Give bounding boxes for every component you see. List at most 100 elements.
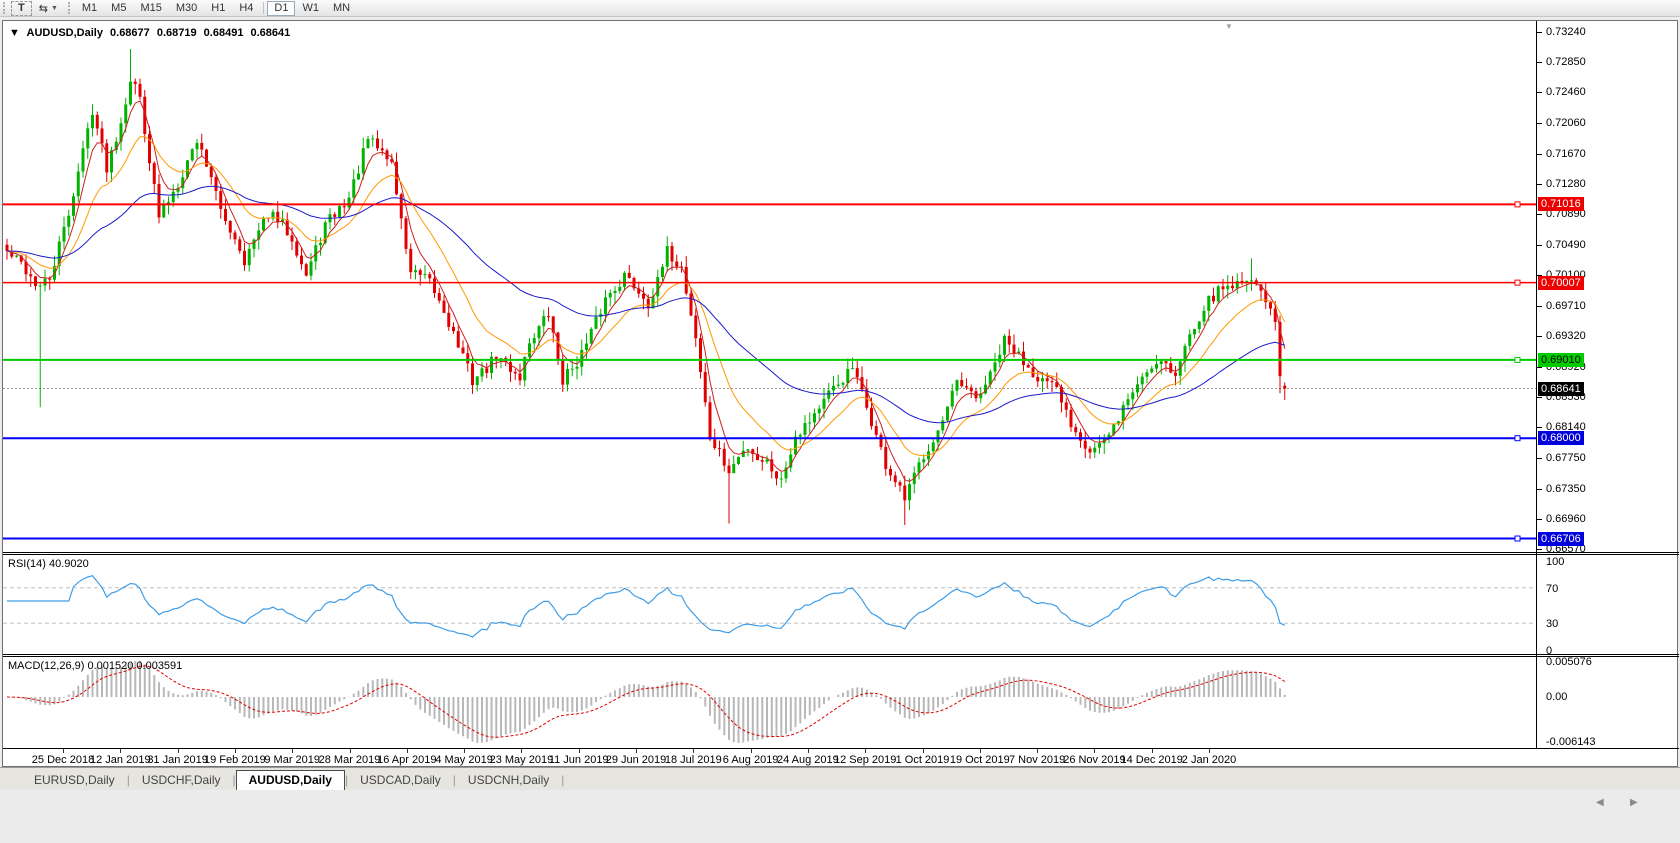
rsi-indicator-panel[interactable] xyxy=(3,555,1536,653)
level-line-handle[interactable] xyxy=(1514,279,1521,286)
candle-body xyxy=(642,293,645,299)
candle-body xyxy=(889,468,892,476)
timeframe-button-w1[interactable]: W1 xyxy=(295,1,326,16)
candle-body xyxy=(15,255,18,257)
candle-body xyxy=(808,422,812,424)
candle-body xyxy=(361,148,365,174)
date-label: 31 Jan 2019 xyxy=(147,754,208,766)
candle-body xyxy=(100,128,104,144)
timeframe-button-m1[interactable]: M1 xyxy=(75,1,104,16)
rsi-axis-label: 30 xyxy=(1546,618,1559,631)
price-level-label: 0.70007 xyxy=(1538,275,1584,290)
candle-body xyxy=(414,270,417,273)
level-line-handle[interactable] xyxy=(1514,201,1521,208)
candle-body xyxy=(5,244,9,251)
date-label: 18 Jul 2019 xyxy=(664,754,722,766)
candle-body xyxy=(380,148,384,151)
rsi-label: RSI(14) 40.9020 xyxy=(8,558,89,570)
arrow-tools-button[interactable]: ⇆ ▼ xyxy=(32,1,65,16)
timeframe-button-h4[interactable]: H4 xyxy=(232,1,260,16)
date-label: 28 Mar 2019 xyxy=(318,754,381,766)
tab-scroll-left-icon[interactable]: ◀ xyxy=(1596,797,1604,808)
candle-body xyxy=(993,362,997,372)
panel-separator[interactable] xyxy=(3,748,1679,749)
panel-separator[interactable] xyxy=(3,554,1679,555)
status-strip: ◀ ▶ xyxy=(0,790,1680,843)
chart-tab-audusd[interactable]: AUDUSD,Daily xyxy=(235,770,345,790)
candle-body xyxy=(366,138,370,149)
panel-separator[interactable] xyxy=(3,552,1679,553)
top-toolbar: T ⇆ ▼ M1 M5 M15 M30 H1 H4 D1 W1 MN xyxy=(0,0,1680,17)
collapse-triangle-icon[interactable]: ▼ xyxy=(9,27,20,39)
date-label: 23 May 2019 xyxy=(489,754,554,766)
level-line-handle[interactable] xyxy=(1514,535,1521,542)
chart-shift-marker-icon[interactable]: ▼ xyxy=(1225,22,1233,31)
candle-body xyxy=(613,290,617,293)
candle-body xyxy=(228,221,232,233)
chart-tab-usdcnh[interactable]: USDCNH,Daily xyxy=(456,771,561,790)
candle-body xyxy=(475,376,479,386)
macd-histogram xyxy=(10,661,1286,743)
candle-body xyxy=(566,369,569,385)
date-label: 19 Oct 2019 xyxy=(949,754,1010,766)
candle-body xyxy=(76,171,80,197)
candle-body xyxy=(908,484,911,501)
level-line-handle[interactable] xyxy=(1514,435,1521,442)
rsi-axis-label: 100 xyxy=(1546,556,1565,568)
timeframe-button-h1[interactable]: H1 xyxy=(204,1,232,16)
candle-body xyxy=(1216,286,1220,302)
candle-body xyxy=(675,261,679,267)
candle-body xyxy=(1041,378,1044,382)
candle-body xyxy=(532,338,536,344)
date-tick xyxy=(636,749,637,753)
tab-divider: | xyxy=(561,773,565,787)
axis-tick xyxy=(1537,457,1542,459)
candle-body xyxy=(224,208,227,222)
timeframe-button-m30[interactable]: M30 xyxy=(169,1,204,16)
chart-tab-usdchf[interactable]: USDCHF,Daily xyxy=(130,771,233,790)
date-label: 2 Jan 2020 xyxy=(1181,754,1237,766)
level-line-handle[interactable] xyxy=(1514,356,1521,363)
text-tool-button[interactable]: T xyxy=(11,0,32,16)
panel-separator[interactable] xyxy=(3,656,1679,657)
candle-body xyxy=(955,380,959,391)
timeframe-button-d1[interactable]: D1 xyxy=(267,0,296,16)
chart-tab-bar: EURUSD,Daily | USDCHF,Daily | AUDUSD,Daily | U… xyxy=(0,767,1680,790)
panel-separator[interactable] xyxy=(3,654,1679,655)
candle-body xyxy=(509,362,512,372)
timeframe-button-mn[interactable]: MN xyxy=(326,1,357,16)
candle-body xyxy=(775,471,778,479)
candle-body xyxy=(428,274,432,279)
macd-axis-max: 0.005076 xyxy=(1546,656,1592,668)
price-chart-panel[interactable] xyxy=(3,22,1536,552)
date-tick xyxy=(234,749,236,753)
chart-tab-eurusd[interactable]: EURUSD,Daily xyxy=(22,771,127,790)
date-label: 24 Aug 2019 xyxy=(776,754,839,766)
candle-body xyxy=(518,373,522,381)
candle-body xyxy=(276,211,280,223)
date-label: 4 May 2019 xyxy=(435,754,493,766)
candle-body xyxy=(295,241,299,256)
chart-window[interactable]: ▼ AUDUSD,Daily 0.68677 0.68719 0.68491 0… xyxy=(2,20,1679,767)
tab-scroll-right-icon[interactable]: ▶ xyxy=(1630,797,1638,808)
axis-tick xyxy=(1537,153,1542,155)
candle-body xyxy=(827,390,831,399)
candle-body xyxy=(1269,302,1272,309)
moving-average-line-5 xyxy=(6,100,1286,482)
candle-body xyxy=(998,354,1002,363)
candle-body xyxy=(670,246,674,262)
candle-body xyxy=(1064,402,1068,410)
axis-tick-label: 0.67750 xyxy=(1546,451,1586,464)
candle-body xyxy=(922,459,926,463)
ohlc-low: 0.68491 xyxy=(203,27,244,39)
candle-body xyxy=(608,292,612,298)
timeframe-button-m15[interactable]: M15 xyxy=(133,1,168,16)
macd-indicator-panel[interactable] xyxy=(3,657,1536,747)
candle-body xyxy=(110,150,113,173)
candle-body xyxy=(243,250,246,266)
candle-body xyxy=(618,286,622,291)
candle-body xyxy=(1155,364,1158,369)
chart-tab-usdcad[interactable]: USDCAD,Daily xyxy=(348,771,453,790)
date-tick xyxy=(1209,749,1210,753)
timeframe-button-m5[interactable]: M5 xyxy=(104,1,133,16)
